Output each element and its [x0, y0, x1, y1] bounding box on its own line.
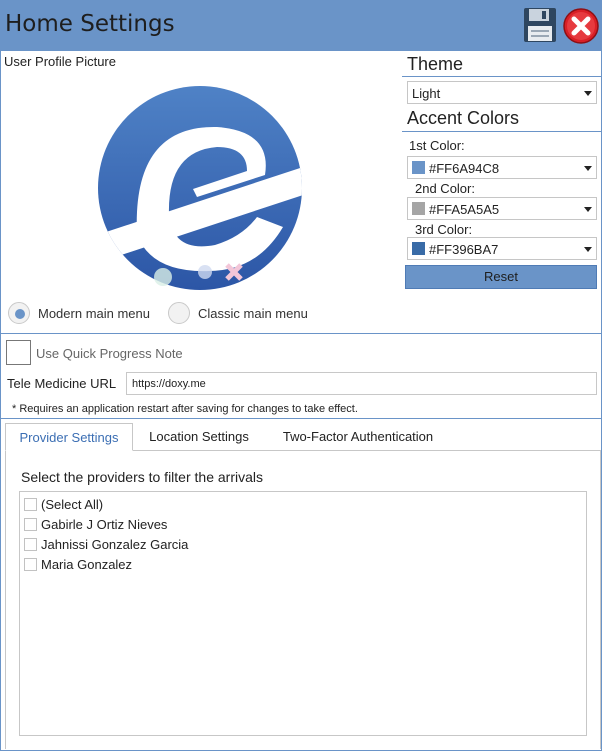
classic-main-menu-radio[interactable]: Classic main menu	[168, 301, 308, 325]
checkbox-provider[interactable]	[24, 557, 37, 571]
theme-divider	[402, 76, 601, 77]
providers-filter-label: Select the providers to filter the arriv…	[21, 469, 263, 485]
second-color-value: #FFA5A5A5	[429, 202, 500, 217]
close-icon	[563, 8, 599, 44]
close-button[interactable]	[563, 8, 599, 44]
reset-button[interactable]: Reset	[405, 265, 597, 289]
list-item[interactable]: Gabirle J Ortiz Nieves	[24, 514, 167, 534]
profile-picture-label: User Profile Picture	[4, 54, 116, 69]
list-item[interactable]: Maria Gonzalez	[24, 554, 132, 574]
theme-value: Light	[412, 86, 441, 101]
first-color-swatch	[412, 161, 425, 174]
tab-two-factor-authentication[interactable]: Two-Factor Authentication	[269, 423, 447, 451]
theme-dropdown[interactable]: Light	[407, 81, 597, 104]
list-item-label: Maria Gonzalez	[41, 556, 133, 572]
tab-provider-settings[interactable]: Provider Settings	[5, 423, 133, 451]
list-item-label: Gabirle J Ortiz Nieves	[41, 516, 168, 532]
first-color-dropdown[interactable]: #FF6A94C8	[407, 156, 597, 179]
window-title: Home Settings	[5, 11, 175, 37]
tab-location-settings[interactable]: Location Settings	[138, 423, 260, 451]
quick-progress-note-label: Use Quick Progress Note	[36, 346, 183, 361]
radio-indicator-classic	[168, 302, 190, 324]
section-divider	[1, 333, 601, 334]
third-color-value: #FF396BA7	[429, 242, 499, 257]
list-item-label: (Select All)	[41, 496, 104, 512]
second-color-swatch	[412, 202, 425, 215]
section-divider	[1, 418, 601, 419]
modern-main-menu-radio[interactable]: Modern main menu	[8, 301, 150, 325]
first-color-label: 1st Color:	[409, 138, 465, 153]
theme-heading: Theme	[407, 54, 464, 74]
modern-main-menu-label: Modern main menu	[38, 305, 150, 321]
profile-picture[interactable]	[97, 85, 303, 291]
e-logo-image	[98, 86, 302, 290]
third-color-swatch	[412, 242, 425, 255]
title-bar: Home Settings	[1, 1, 601, 51]
checkbox-provider[interactable]	[24, 537, 37, 551]
first-color-value: #FF6A94C8	[429, 161, 500, 176]
radio-indicator-modern	[8, 302, 30, 324]
checkbox-provider[interactable]	[24, 517, 37, 531]
classic-main-menu-label: Classic main menu	[198, 305, 308, 321]
third-color-label: 3rd Color:	[415, 222, 473, 237]
second-color-dropdown[interactable]: #FFA5A5A5	[407, 197, 597, 220]
tele-medicine-url-label: Tele Medicine URL	[7, 376, 117, 391]
third-color-dropdown[interactable]: #FF396BA7	[407, 237, 597, 260]
accent-colors-heading: Accent Colors	[407, 108, 520, 128]
save-disk-icon	[524, 8, 556, 42]
checkbox-select-all[interactable]	[24, 497, 37, 511]
home-settings-window: Home Settings User Profile Picture Moder…	[0, 0, 602, 751]
save-button[interactable]	[523, 7, 557, 43]
chevron-down-icon	[584, 91, 592, 96]
chevron-down-icon	[584, 247, 592, 252]
second-color-label: 2nd Color:	[415, 181, 475, 196]
restart-note: * Requires an application restart after …	[12, 403, 358, 415]
quick-progress-note-checkbox[interactable]	[6, 340, 31, 365]
providers-list: (Select All) Gabirle J Ortiz Nieves Jahn…	[19, 491, 587, 736]
list-item-label: Jahnissi Gonzalez Garcia	[41, 536, 189, 552]
list-item[interactable]: Jahnissi Gonzalez Garcia	[24, 534, 188, 554]
tele-medicine-url-input[interactable]	[126, 372, 597, 395]
accent-divider	[402, 131, 601, 132]
chevron-down-icon	[584, 166, 592, 171]
list-item[interactable]: (Select All)	[24, 494, 103, 514]
chevron-down-icon	[584, 207, 592, 212]
